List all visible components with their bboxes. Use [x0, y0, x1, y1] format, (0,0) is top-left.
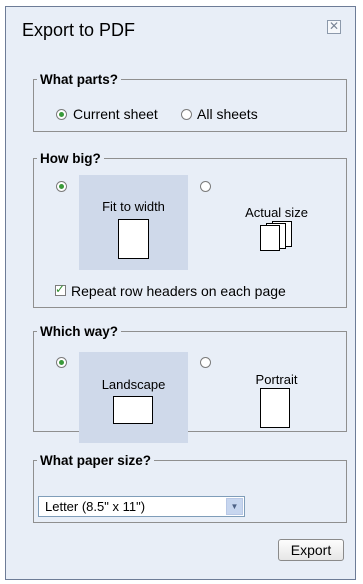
checkmark-icon: ✓: [55, 282, 66, 296]
actual-page-icon-front: [260, 225, 280, 251]
landscape-label: Landscape: [101, 377, 166, 392]
radio-actual-size[interactable]: [200, 181, 211, 192]
portrait-page-icon: [260, 388, 290, 428]
all-sheets-label[interactable]: All sheets: [197, 106, 258, 122]
radio-landscape[interactable]: [56, 357, 67, 368]
orientation-legend: Which way?: [40, 324, 119, 339]
parts-group: What parts?: [33, 72, 347, 132]
fit-page-icon: [118, 219, 149, 259]
size-legend: How big?: [40, 151, 101, 166]
portrait-option[interactable]: Portrait: [222, 352, 331, 443]
current-sheet-label[interactable]: Current sheet: [73, 106, 158, 122]
paper-size-select[interactable]: Letter (8.5" x 11") ▼: [38, 496, 245, 517]
actual-size-label: Actual size: [245, 205, 308, 220]
repeat-headers-checkbox[interactable]: ✓: [55, 282, 66, 296]
radio-current-sheet[interactable]: [56, 109, 67, 120]
fit-to-width-label: Fit to width: [102, 199, 165, 214]
portrait-label: Portrait: [255, 372, 298, 387]
repeat-headers-label[interactable]: Repeat row headers on each page: [71, 283, 286, 299]
dialog-title: Export to PDF: [22, 20, 136, 40]
landscape-option[interactable]: Landscape: [79, 352, 188, 443]
paper-size-value: Letter (8.5" x 11"): [45, 499, 146, 514]
actual-size-option[interactable]: Actual size: [222, 175, 331, 270]
export-button[interactable]: Export: [278, 539, 344, 561]
landscape-page-icon: [113, 396, 153, 424]
paper-size-legend: What paper size?: [40, 453, 152, 468]
close-icon[interactable]: ✕: [327, 20, 341, 34]
radio-fit-to-width[interactable]: [56, 181, 67, 192]
radio-all-sheets[interactable]: [181, 109, 192, 120]
parts-legend: What parts?: [40, 72, 119, 87]
dialog-titlebar: Export to PDF ✕: [6, 7, 355, 59]
radio-portrait[interactable]: [200, 357, 211, 368]
fit-to-width-option[interactable]: Fit to width: [79, 175, 188, 270]
chevron-down-icon[interactable]: ▼: [226, 498, 243, 515]
